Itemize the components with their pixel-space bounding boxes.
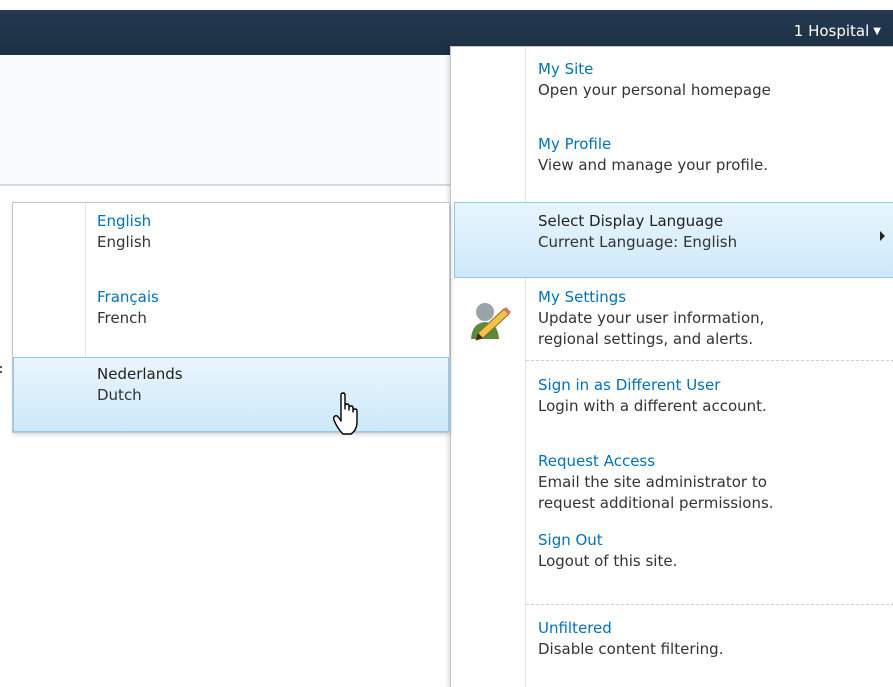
menu-separator (526, 604, 893, 605)
language-option-description: Dutch (97, 386, 142, 404)
menu-item-description: View and manage your profile. (538, 156, 769, 174)
menu-item-title: Sign Out (538, 531, 603, 549)
language-option-title: Français (97, 288, 159, 306)
user-dropdown-menu: My Site Open your personal homepage My P… (450, 46, 893, 687)
menu-item-title: Sign in as Different User (538, 376, 721, 394)
menu-item-select-display-language[interactable]: Select Display Language Current Language… (454, 202, 893, 278)
content-divider (0, 184, 450, 185)
menu-item-description: Email the site administrator to (538, 473, 767, 491)
language-option-nederlands[interactable]: Nederlands Dutch (13, 357, 449, 432)
language-option-english[interactable]: English English (13, 211, 449, 257)
menu-item-title: My Settings (538, 288, 627, 306)
language-option-francais[interactable]: Français French (13, 287, 449, 333)
language-submenu: English English Français French Nederlan… (12, 202, 450, 433)
menu-item-my-site[interactable]: My Site Open your personal homepage (451, 59, 893, 109)
menu-item-title: My Profile (538, 135, 612, 153)
menu-item-description: request additional permissions. (538, 494, 774, 512)
menu-item-description: Open your personal homepage (538, 81, 771, 99)
user-name-label: 1 Hospital (793, 22, 870, 40)
content-edge-marker (0, 361, 3, 373)
language-option-title: English (97, 212, 152, 230)
menu-item-description: Update your user information, (538, 309, 765, 327)
menu-item-description: regional settings, and alerts. (538, 330, 754, 348)
user-menu-button[interactable]: 1 Hospital ▼ (794, 22, 881, 40)
language-option-description: English (97, 233, 152, 251)
menu-item-description: Current Language: English (538, 233, 738, 251)
menu-item-sign-in-different-user[interactable]: Sign in as Different User Login with a d… (451, 375, 893, 425)
submenu-arrow-icon (880, 231, 885, 241)
menu-item-title: Unfiltered (538, 619, 612, 637)
language-option-description: French (97, 309, 147, 327)
menu-item-title: My Site (538, 60, 594, 78)
menu-item-title: Request Access (538, 452, 656, 470)
menu-item-request-access[interactable]: Request Access Email the site administra… (451, 451, 893, 521)
menu-item-title: Select Display Language (538, 212, 724, 230)
hand-cursor-icon (332, 392, 359, 442)
menu-item-my-settings[interactable]: My Settings Update your user information… (451, 287, 893, 357)
menu-item-description: Logout of this site. (538, 552, 678, 570)
language-option-title: Nederlands (97, 365, 183, 383)
menu-item-description: Disable content filtering. (538, 640, 724, 658)
caret-down-icon: ▼ (873, 26, 881, 37)
menu-item-sign-out[interactable]: Sign Out Logout of this site. (451, 530, 893, 580)
menu-item-unfiltered[interactable]: Unfiltered Disable content filtering. (451, 618, 893, 668)
user-settings-icon (468, 299, 514, 349)
menu-item-description: Login with a different account. (538, 397, 767, 415)
menu-separator (526, 360, 893, 361)
menu-item-my-profile[interactable]: My Profile View and manage your profile. (451, 134, 893, 184)
